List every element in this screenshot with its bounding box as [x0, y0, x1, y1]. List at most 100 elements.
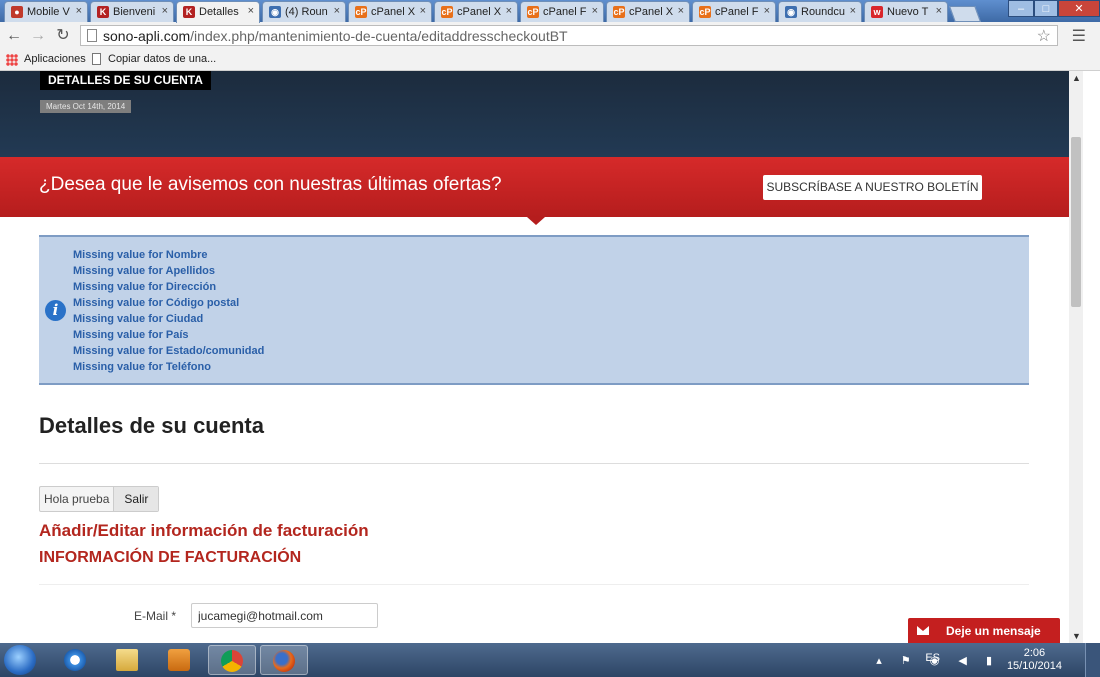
tab-close-icon[interactable]: × [248, 5, 254, 17]
tab-close-icon[interactable]: × [936, 5, 942, 17]
apps-grid-icon [6, 54, 18, 66]
tab-label: cPanel F [543, 6, 587, 18]
taskbar-clock[interactable]: 2:06 15/10/2014 [1007, 647, 1062, 673]
newsletter-text: ¿Desea que le avisemos con nuestras últi… [39, 174, 502, 195]
cpanel-icon: cP [613, 6, 625, 18]
tab-label: cPanel X [457, 6, 501, 18]
validation-message: Missing value for Dirección [73, 281, 217, 293]
new-tab-button[interactable] [949, 6, 981, 22]
validation-message: Missing value for Código postal [73, 297, 240, 309]
validation-message: Missing value for Ciudad [73, 313, 204, 325]
scroll-down-icon[interactable]: ▼ [1072, 631, 1081, 641]
page-title: Detalles de su cuenta [39, 413, 264, 438]
validation-messages: Missing value for Nombre Missing value f… [73, 247, 264, 375]
tab-5[interactable]: cP cPanel X × [348, 1, 432, 22]
banner-arrow [527, 217, 545, 225]
hero-title: DETALLES DE SU CUENTA [40, 71, 211, 90]
tab-label: cPanel X [371, 6, 415, 18]
validation-message: Missing value for Apellidos [73, 265, 216, 277]
tab-close-icon[interactable]: × [678, 5, 684, 17]
divider [39, 463, 1029, 464]
divider [39, 584, 1029, 585]
close-window-button[interactable]: ✕ [1058, 0, 1100, 17]
tab-8[interactable]: cP cPanel X × [606, 1, 690, 22]
leave-message-label: Deje un mensaje [946, 624, 1041, 638]
folder-icon [116, 649, 138, 671]
bookmark-copy[interactable]: Copiar datos de una... [108, 53, 216, 65]
info-icon: i [45, 300, 66, 321]
tab-close-icon[interactable]: × [420, 5, 426, 17]
newsletter-banner: ¿Desea que le avisemos con nuestras últi… [0, 157, 1069, 217]
maximize-button[interactable]: □ [1034, 0, 1058, 17]
validation-message: Missing value for Teléfono [73, 361, 211, 373]
email-field[interactable] [191, 603, 378, 628]
tab-close-icon[interactable]: × [592, 5, 598, 17]
bookmark-apps[interactable]: Aplicaciones [24, 53, 86, 65]
red-w-icon: w [871, 6, 883, 18]
tab-2[interactable]: K Bienveni × [90, 1, 174, 22]
tab-9[interactable]: cP cPanel F × [692, 1, 776, 22]
page-viewport: DETALLES DE SU CUENTA Martes Oct 14th, 2… [0, 71, 1069, 643]
document-icon [92, 53, 101, 65]
firefox-icon [273, 650, 295, 672]
back-icon[interactable]: ← [4, 26, 24, 46]
browser-tab-strip: ● Mobile V × K Bienveni × K Detalles × ◉ (4) Roun ×… [0, 0, 1100, 23]
media-player-icon [168, 649, 190, 671]
tab-label: Mobile V [27, 6, 70, 18]
address-bar[interactable]: sono-apli.com/index.php/mantenimiento-de… [80, 25, 1058, 46]
cpanel-icon: cP [355, 6, 367, 18]
validation-message: Missing value for Estado/comunidad [73, 345, 265, 357]
hero-banner: DETALLES DE SU CUENTA Martes Oct 14th, 2… [0, 71, 1069, 157]
tab-label: cPanel X [629, 6, 673, 18]
subscribe-button[interactable]: SUBSCRÍBASE A NUESTRO BOLETÍN [763, 175, 982, 200]
tab-label: (4) Roun [285, 6, 328, 18]
system-tray-icons[interactable]: ▴ ⚑ ◉ ◀ ▮ [876, 654, 1000, 667]
tab-4[interactable]: ◉ (4) Roun × [262, 1, 346, 22]
tab-close-icon[interactable]: × [506, 5, 512, 17]
taskbar-firefox[interactable] [260, 645, 308, 675]
taskbar-media-player[interactable] [156, 645, 204, 675]
browser-toolbar: ← → ↻ sono-apli.com/index.php/mantenimie… [0, 22, 1100, 50]
tab-11[interactable]: w Nuevo T × [864, 1, 948, 22]
email-label: E-Mail * [134, 609, 177, 623]
cpanel-icon: cP [699, 6, 711, 18]
minimize-button[interactable]: – [1008, 0, 1034, 17]
taskbar-chrome[interactable] [208, 645, 256, 675]
tab-label: Bienveni [113, 6, 156, 18]
user-greeting: Hola prueba [44, 492, 110, 506]
tab-close-icon[interactable]: × [162, 5, 168, 17]
tab-close-icon[interactable]: × [850, 5, 856, 17]
tab-6[interactable]: cP cPanel X × [434, 1, 518, 22]
bookmarks-bar: Aplicaciones Copiar datos de una... [0, 50, 1100, 71]
windows-taskbar: ES ▴ ⚑ ◉ ◀ ▮ 2:06 15/10/2014 [0, 643, 1100, 677]
tab-3[interactable]: K Detalles × [176, 1, 260, 23]
page-scrollbar[interactable]: ▲ ▼ [1069, 71, 1083, 643]
scroll-up-icon[interactable]: ▲ [1072, 73, 1081, 83]
forward-icon[interactable]: → [28, 26, 48, 46]
cpanel-icon: cP [441, 6, 453, 18]
envelope-icon [917, 626, 929, 635]
red-logo-icon: K [183, 6, 195, 18]
logout-button[interactable]: Salir [113, 487, 159, 511]
bookmark-star-icon[interactable]: ☆ [1037, 26, 1051, 46]
reload-icon[interactable]: ↻ [53, 26, 73, 46]
start-button[interactable] [4, 645, 36, 675]
red-ring-icon: ● [11, 6, 23, 18]
scrollbar-thumb[interactable] [1071, 137, 1081, 307]
show-desktop-button[interactable] [1085, 643, 1100, 677]
leave-message-button[interactable]: Deje un mensaje [908, 618, 1060, 643]
tab-close-icon[interactable]: × [764, 5, 770, 17]
taskbar-file-explorer[interactable] [104, 645, 152, 675]
roundcube-icon: ◉ [269, 6, 281, 18]
tab-close-icon[interactable]: × [334, 5, 340, 17]
tab-close-icon[interactable]: × [76, 5, 82, 17]
tab-7[interactable]: cP cPanel F × [520, 1, 604, 22]
tab-1[interactable]: ● Mobile V × [4, 1, 88, 22]
url-text: sono-apli.com/index.php/mantenimiento-de… [103, 28, 568, 44]
menu-icon[interactable]: ☰ [1072, 26, 1086, 46]
cpanel-icon: cP [527, 6, 539, 18]
tab-label: Roundcu [801, 6, 845, 18]
tab-10[interactable]: ◉ Roundcu × [778, 1, 862, 22]
taskbar-internet-explorer[interactable] [52, 645, 100, 675]
validation-message: Missing value for País [73, 329, 189, 341]
